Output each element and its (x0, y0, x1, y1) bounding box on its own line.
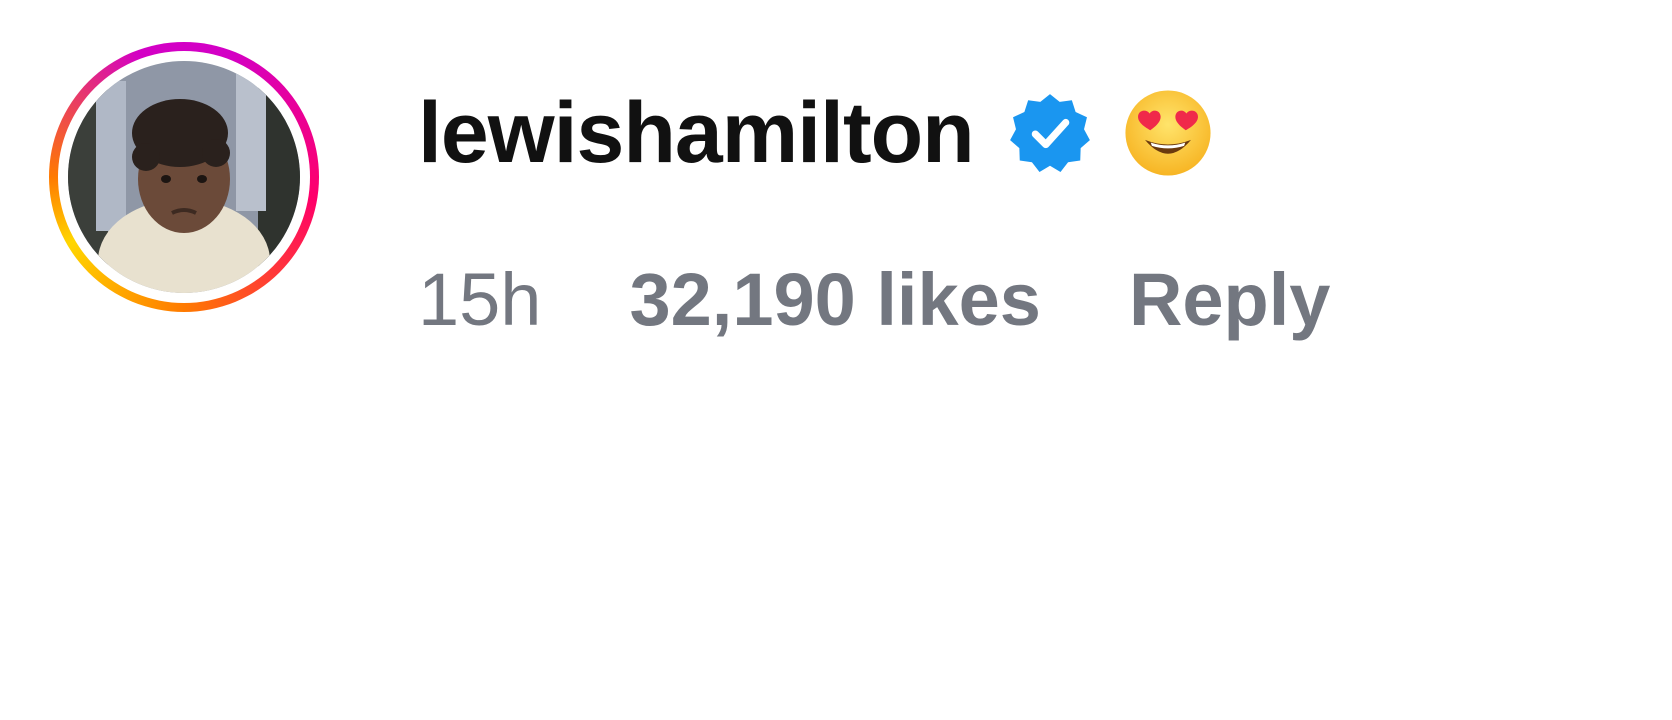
comment-item: lewishamilton 15h 32,190 likes Reply (0, 0, 1672, 720)
likes-count-button[interactable]: 32,190 likes (629, 263, 1040, 337)
avatar-story-ring[interactable] (49, 42, 319, 312)
comment-header: lewishamilton (418, 78, 1214, 188)
comment-meta: 15h 32,190 likes Reply (418, 250, 1330, 350)
avatar-photo-icon (68, 61, 300, 293)
avatar-ring-gap (58, 51, 310, 303)
verified-badge-icon (1008, 91, 1092, 175)
heart-eyes-emoji-icon (1122, 87, 1214, 179)
comment-timestamp[interactable]: 15h (418, 263, 541, 337)
avatar[interactable] (68, 61, 300, 293)
username-link[interactable]: lewishamilton (418, 90, 975, 176)
reply-button[interactable]: Reply (1129, 263, 1331, 337)
